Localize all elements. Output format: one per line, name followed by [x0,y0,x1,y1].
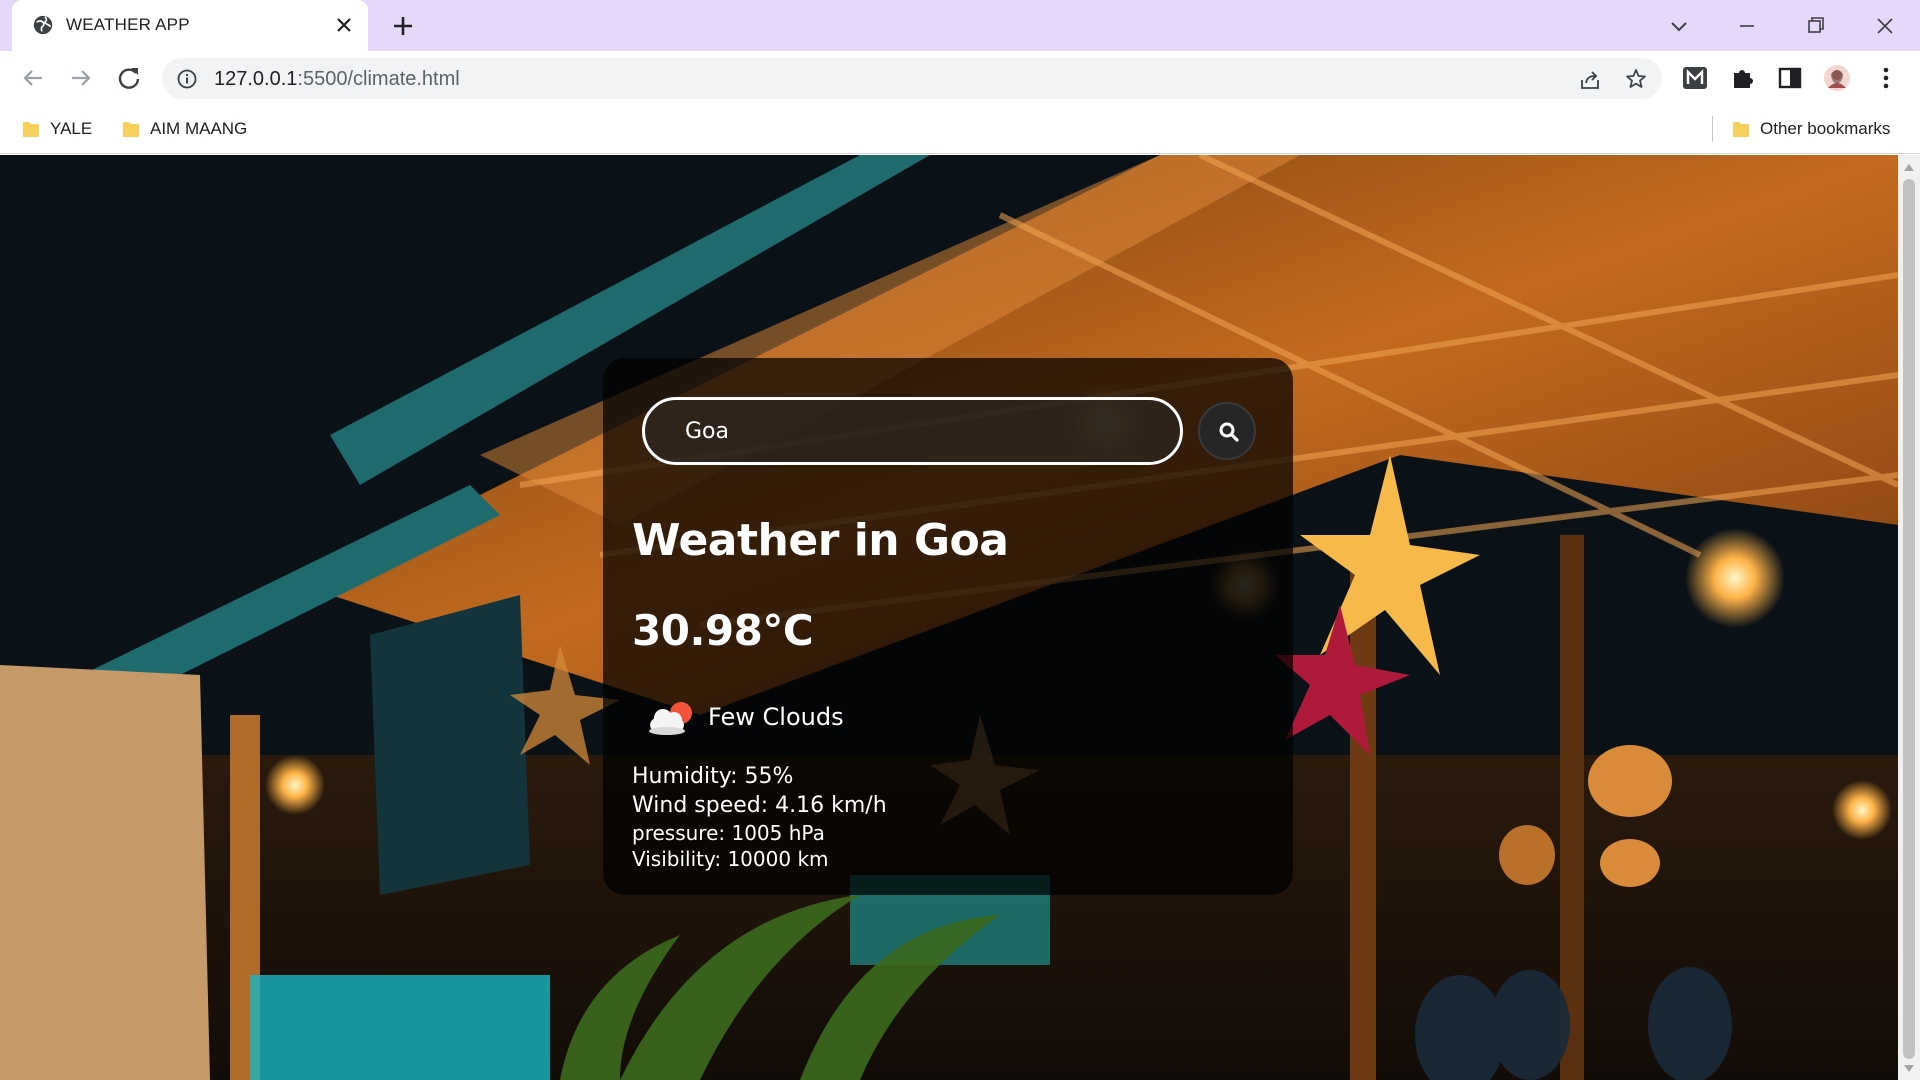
share-icon[interactable] [1578,68,1602,92]
tab-strip: WEATHER APP [0,0,1920,51]
search-icon [1219,422,1239,442]
tab-search-chevron-icon[interactable] [1662,9,1696,43]
search-button[interactable] [1198,402,1256,460]
folder-icon [1733,122,1749,137]
url-path: :5500/climate.html [297,68,460,90]
back-arrow-icon[interactable] [18,63,48,93]
pressure-text: pressure: 1005 hPa [632,821,825,845]
restore-icon[interactable] [1799,9,1833,43]
new-tab-icon[interactable] [390,13,416,39]
few-clouds-icon [649,702,692,735]
bookmarks-divider [1712,116,1713,142]
profile-avatar-icon[interactable] [1823,64,1851,92]
scroll-up-arrow-icon[interactable] [1904,163,1914,171]
scrollbar-thumb[interactable] [1903,179,1915,1059]
minimize-icon[interactable] [1730,9,1764,43]
side-panel-icon[interactable] [1776,64,1804,92]
close-icon[interactable] [332,13,356,37]
page-viewport: Weather in Goa 30.98°C Few Clouds Humidi… [0,155,1898,1080]
visibility-text: Visibility: 10000 km [632,847,829,871]
address-bar[interactable]: 127.0.0.1:5500/climate.html [162,58,1662,99]
other-bookmarks[interactable]: Other bookmarks [1732,116,1890,142]
bookmark-label: AIM MAANG [150,119,248,138]
bookmark-aim-maang[interactable]: AIM MAANG [122,116,247,142]
globe-icon [33,15,53,35]
other-bookmarks-label: Other bookmarks [1760,119,1891,138]
forward-arrow-icon[interactable] [66,63,96,93]
humidity-text: Humidity: 55% [632,764,794,789]
search-input[interactable] [642,397,1183,465]
tab-title: WEATHER APP [66,15,190,34]
folder-icon [23,122,39,137]
bookmarks-bar: YALE AIM MAANG Other bookmarks [0,106,1920,154]
chrome-menu-icon[interactable] [1872,64,1900,92]
temperature-value: 30.98°C [632,606,814,655]
bookmark-label: YALE [50,119,93,138]
weather-card: Weather in Goa 30.98°C Few Clouds Humidi… [603,358,1293,895]
browser-toolbar: 127.0.0.1:5500/climate.html [0,51,1920,106]
bookmark-yale[interactable]: YALE [22,116,92,142]
extensions-puzzle-icon[interactable] [1729,64,1757,92]
browser-tab[interactable]: WEATHER APP [12,0,368,51]
city-heading: Weather in Goa [632,515,1009,566]
wind-speed-text: Wind speed: 4.16 km/h [632,793,887,818]
condition-text: Few Clouds [708,703,844,731]
url-text: 127.0.0.1:5500/climate.html [214,68,460,91]
url-host: 127.0.0.1 [214,68,298,90]
m-extension-icon[interactable] [1681,64,1709,92]
bookmark-star-icon[interactable] [1624,67,1648,91]
reload-icon[interactable] [114,63,144,93]
site-info-icon[interactable] [176,68,198,90]
page-scrollbar[interactable] [1898,155,1920,1080]
folder-icon [123,122,139,137]
scroll-down-arrow-icon[interactable] [1904,1065,1914,1073]
close-window-icon[interactable] [1868,9,1902,43]
